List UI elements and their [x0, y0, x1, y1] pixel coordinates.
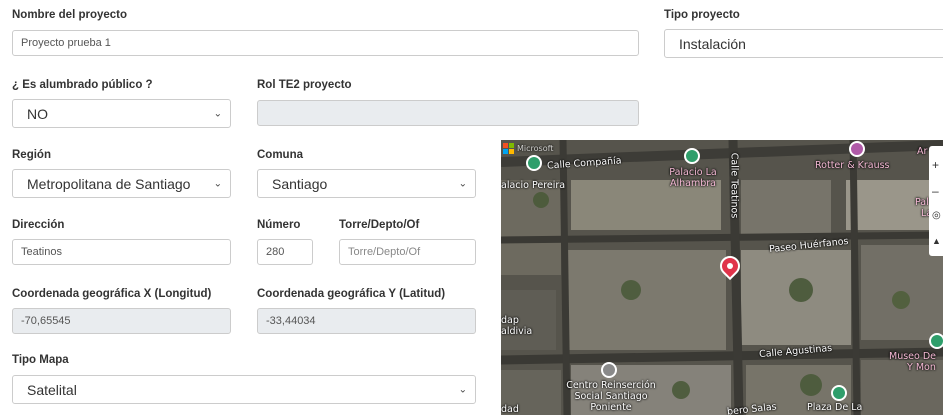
map-label-left-cut: dad	[501, 404, 519, 415]
chevron-down-icon: ⌄	[213, 178, 222, 189]
chevron-down-icon: ⌄	[458, 178, 467, 189]
poi-green-icon	[929, 333, 943, 349]
zoom-in-button[interactable]: +	[932, 158, 939, 172]
map-label-calle-teatinos: Calle Teatinos	[728, 152, 740, 219]
map-zoom-controls: + – ◎ ▲	[929, 146, 943, 256]
map-label-centro-reinsercion: Centro Reinserción Social Santiago Ponie…	[566, 380, 656, 413]
locate-icon[interactable]: ◎	[932, 210, 941, 221]
poi-gray-icon	[601, 362, 617, 378]
alumbrado-select[interactable]: NO ⌄	[12, 99, 231, 128]
location-pin-dot	[725, 261, 735, 271]
map-label-rotter: Rotter & Krauss	[815, 160, 890, 171]
tipo-proyecto-label: Tipo proyecto	[664, 9, 740, 21]
map-label-museo-2: Y Mon	[907, 362, 936, 373]
compass-icon[interactable]: ▲	[932, 236, 941, 246]
poi-green-icon	[526, 155, 542, 171]
logo-square	[509, 149, 514, 154]
alumbrado-label: ¿ Es alumbrado público ?	[12, 79, 153, 91]
map-label-dap: dap	[501, 315, 519, 326]
map-label-palacio-pereira: alacio Pereira	[501, 180, 566, 191]
alumbrado-value: NO	[27, 105, 48, 122]
poi-pink-icon	[849, 141, 865, 157]
microsoft-logo: Microsoft	[503, 143, 553, 154]
coord-y-label: Coordenada geográfica Y (Latitud)	[257, 288, 446, 300]
numero-input[interactable]: 280	[257, 239, 313, 265]
chevron-down-icon: ⌄	[213, 108, 222, 119]
nombre-proyecto-label: Nombre del proyecto	[12, 9, 128, 21]
map-provider-label: Microsoft	[517, 144, 554, 153]
poi-green-icon	[684, 148, 700, 164]
coord-x-input[interactable]: -70,65545	[12, 308, 231, 334]
tipo-proyecto-value: Instalación	[679, 35, 746, 52]
logo-square	[509, 143, 514, 148]
poi-green-icon	[831, 385, 847, 401]
direccion-input[interactable]: Teatinos	[12, 239, 231, 265]
map-label-aldivia: aldivia	[501, 326, 533, 337]
microsoft-logo-icon	[503, 143, 514, 154]
satellite-map[interactable]: Microsoft Calle Compañía alacio Pereira …	[501, 140, 943, 415]
map-label-plaza: Plaza De La	[807, 402, 863, 413]
tipo-mapa-select[interactable]: Satelital ⌄	[12, 375, 476, 404]
torre-input[interactable]: Torre/Depto/Of	[339, 239, 476, 265]
zoom-out-button[interactable]: –	[932, 184, 939, 198]
chevron-down-icon: ⌄	[458, 384, 467, 395]
map-label-right-pal: Pal	[915, 197, 929, 208]
comuna-select[interactable]: Santiago ⌄	[257, 169, 476, 198]
tipo-mapa-label: Tipo Mapa	[12, 354, 69, 366]
direccion-label: Dirección	[12, 219, 65, 231]
torre-label: Torre/Depto/Of	[339, 219, 420, 231]
rol-te2-input[interactable]	[257, 100, 639, 126]
region-select[interactable]: Metropolitana de Santiago ⌄	[12, 169, 231, 198]
rol-te2-label: Rol TE2 proyecto	[257, 79, 352, 91]
region-label: Región	[12, 149, 51, 161]
tipo-mapa-value: Satelital	[27, 381, 77, 398]
map-label-palacio-alhambra: Palacio La Alhambra	[669, 167, 717, 189]
logo-square	[503, 149, 508, 154]
comuna-label: Comuna	[257, 149, 303, 161]
region-value: Metropolitana de Santiago	[27, 175, 191, 192]
coord-x-label: Coordenada geográfica X (Longitud)	[12, 288, 212, 300]
map-label-museo: Museo De	[889, 351, 937, 362]
tipo-proyecto-select[interactable]: Instalación	[664, 29, 943, 58]
comuna-value: Santiago	[272, 175, 328, 192]
logo-square	[503, 143, 508, 148]
numero-label: Número	[257, 219, 301, 231]
nombre-proyecto-input[interactable]: Proyecto prueba 1	[12, 30, 639, 56]
coord-y-input[interactable]: -33,44034	[257, 308, 476, 334]
map-label-right-top: Ar	[917, 146, 928, 157]
